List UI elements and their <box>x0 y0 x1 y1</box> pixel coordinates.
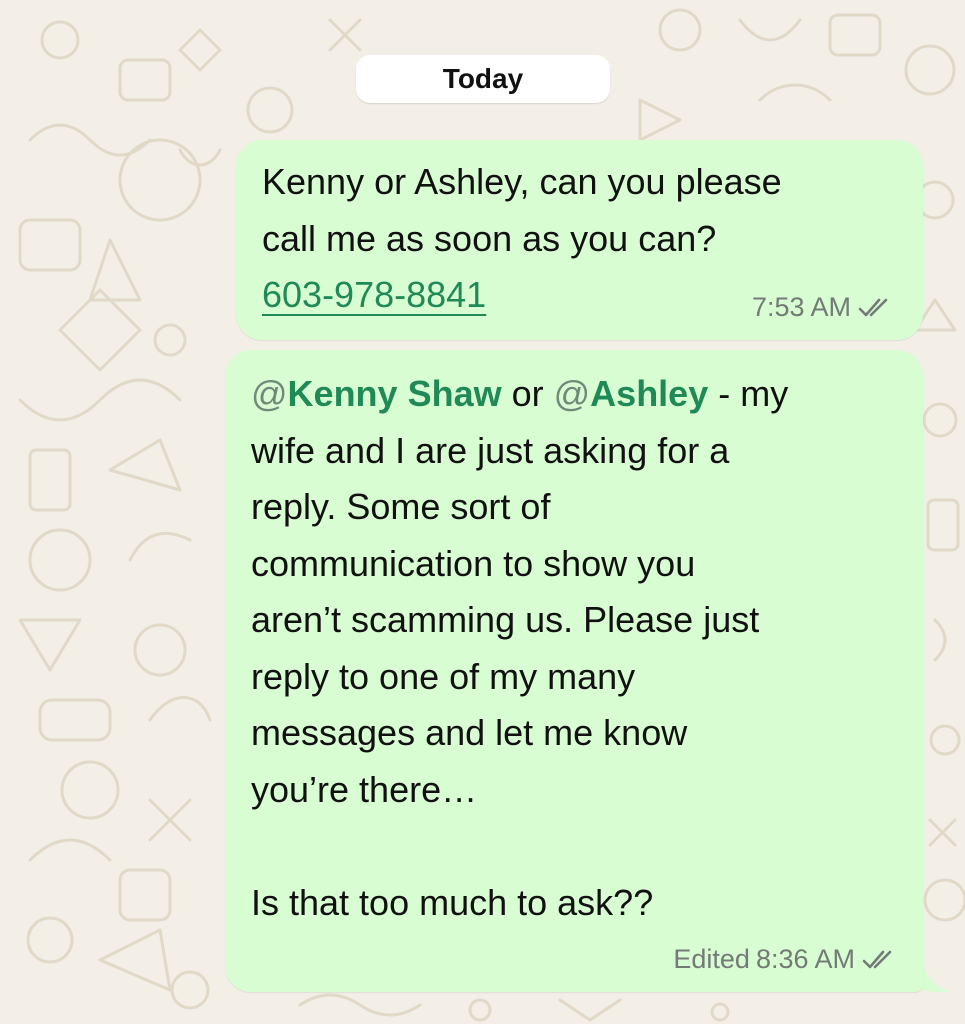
phone-number-link[interactable]: 603-978-8841 <box>262 274 486 315</box>
message-meta: Edited 8:36 AM <box>673 944 897 975</box>
outgoing-message-bubble[interactable]: @Kenny Shaw or @Ashley - my wife and I a… <box>225 350 923 992</box>
mention-ashley[interactable]: @Ashley <box>554 373 709 414</box>
outgoing-message-bubble[interactable]: Kenny or Ashley, can you please call me … <box>236 140 923 340</box>
date-separator: Today <box>356 55 610 103</box>
mention-kenny-shaw[interactable]: @Kenny Shaw <box>251 373 502 414</box>
message-body-text: Kenny or Ashley, can you please call me … <box>262 161 782 259</box>
edited-label: Edited <box>673 944 750 974</box>
message-connector-text: or <box>501 373 554 414</box>
double-check-icon <box>857 296 893 320</box>
message-meta: 7:53 AM <box>752 292 893 323</box>
mention-name: Kenny Shaw <box>287 373 502 414</box>
mention-at-sign: @ <box>251 373 288 414</box>
double-check-icon <box>861 948 897 972</box>
message-body-text: - my wife and I are just asking for a re… <box>251 373 789 923</box>
message-time: 7:53 AM <box>751 292 851 322</box>
mention-at-sign: @ <box>553 373 591 414</box>
message-time: 8:36 AM <box>755 944 855 974</box>
message-text: @Kenny Shaw or @Ashley - my wife and I a… <box>251 366 911 931</box>
mention-name: Ashley <box>590 373 709 414</box>
